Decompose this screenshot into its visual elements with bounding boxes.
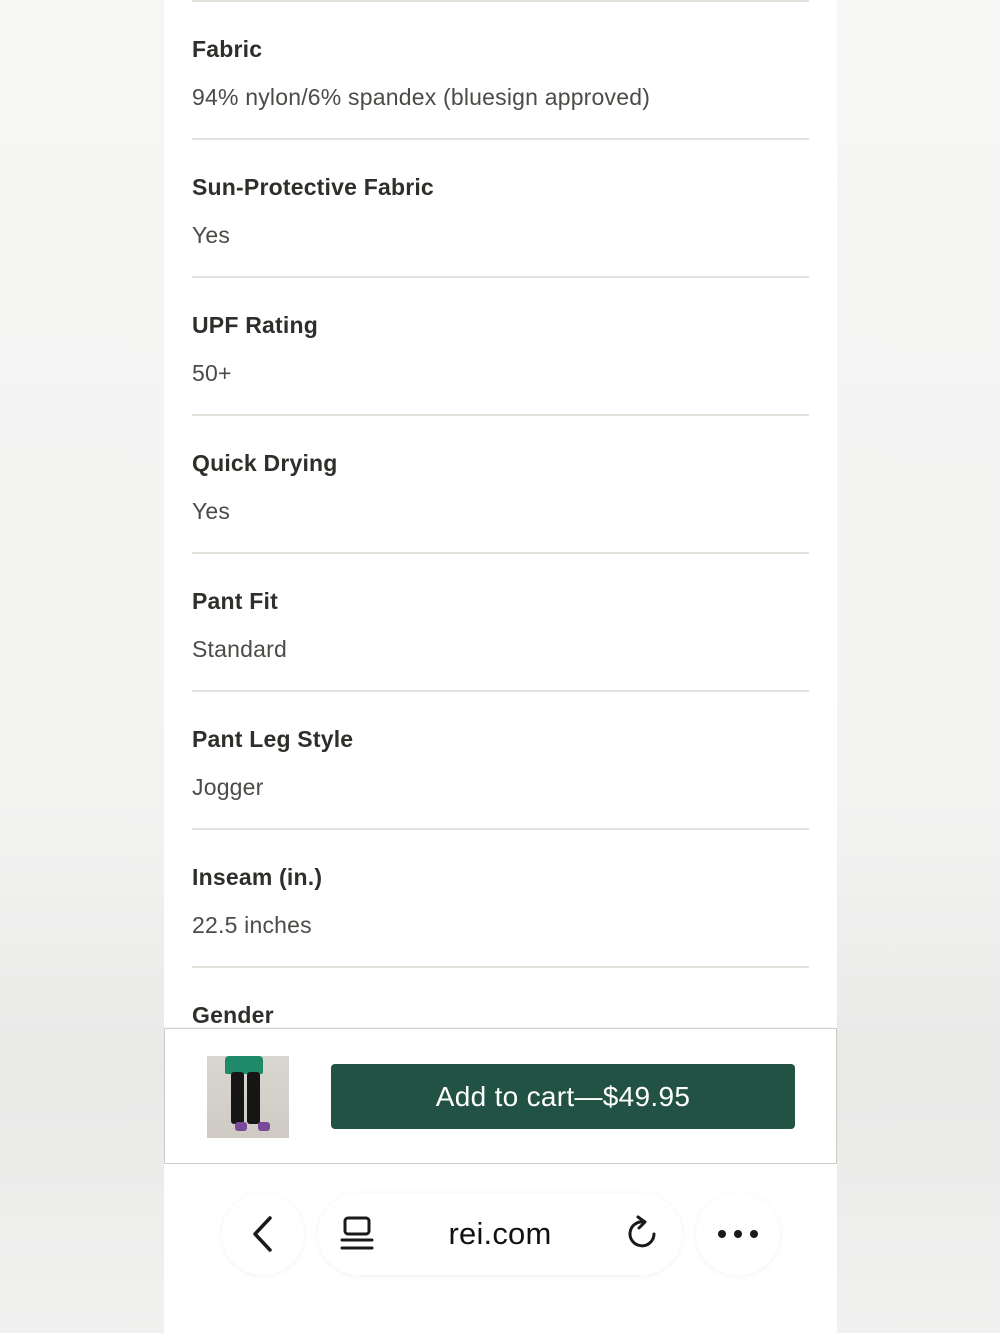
spec-label: Sun-Protective Fabric xyxy=(192,174,434,200)
thumbnail-shoe-left xyxy=(235,1122,247,1131)
spec-row-fabric: Fabric 94% nylon/6% spandex (bluesign ap… xyxy=(192,2,809,140)
spec-label: Quick Drying xyxy=(192,450,338,476)
more-button[interactable] xyxy=(696,1193,780,1275)
spec-row-inseam: Inseam (in.) 22.5 inches xyxy=(192,830,809,968)
add-to-cart-button[interactable]: Add to cart—$49.95 xyxy=(331,1064,795,1129)
spec-label: Pant Fit xyxy=(192,588,278,614)
spec-row-pant-fit: Pant Fit Standard xyxy=(192,554,809,692)
more-dots-icon xyxy=(718,1230,758,1238)
spec-value: Yes xyxy=(192,222,231,248)
spec-row-pant-leg-style: Pant Leg Style Jogger xyxy=(192,692,809,830)
thumbnail-shoe-right xyxy=(258,1122,270,1131)
spec-value: Standard xyxy=(192,636,287,662)
spec-row-upf-rating: UPF Rating 50+ xyxy=(192,278,809,416)
spec-label: Gender xyxy=(192,1002,274,1028)
sticky-add-to-cart-bar: Add to cart—$49.95 xyxy=(164,1028,837,1164)
spec-row-sun-protective-fabric: Sun-Protective Fabric Yes xyxy=(192,140,809,278)
chevron-left-icon xyxy=(253,1216,272,1252)
back-button[interactable] xyxy=(222,1193,304,1275)
spec-value: Yes xyxy=(192,498,231,524)
address-bar[interactable]: rei.com xyxy=(318,1193,682,1275)
spec-value: 22.5 inches xyxy=(192,912,312,938)
browser-toolbar: rei.com xyxy=(0,1163,1000,1333)
specs-list: Fabric 94% nylon/6% spandex (bluesign ap… xyxy=(192,0,809,1104)
thumbnail-pants-right-leg xyxy=(247,1072,260,1124)
thumbnail-pants-left-leg xyxy=(231,1072,244,1124)
spec-label: Inseam (in.) xyxy=(192,864,323,890)
reload-icon[interactable] xyxy=(624,1215,662,1253)
spec-row-quick-drying: Quick Drying Yes xyxy=(192,416,809,554)
spec-label: UPF Rating xyxy=(192,312,318,338)
screen: Fabric 94% nylon/6% spandex (bluesign ap… xyxy=(0,0,1000,1333)
spec-value: 94% nylon/6% spandex (bluesign approved) xyxy=(192,84,651,110)
spec-value: 50+ xyxy=(192,360,232,386)
spec-label: Pant Leg Style xyxy=(192,726,354,752)
spec-label: Fabric xyxy=(192,36,263,62)
product-thumbnail[interactable] xyxy=(207,1056,289,1138)
spec-value: Jogger xyxy=(192,774,264,800)
